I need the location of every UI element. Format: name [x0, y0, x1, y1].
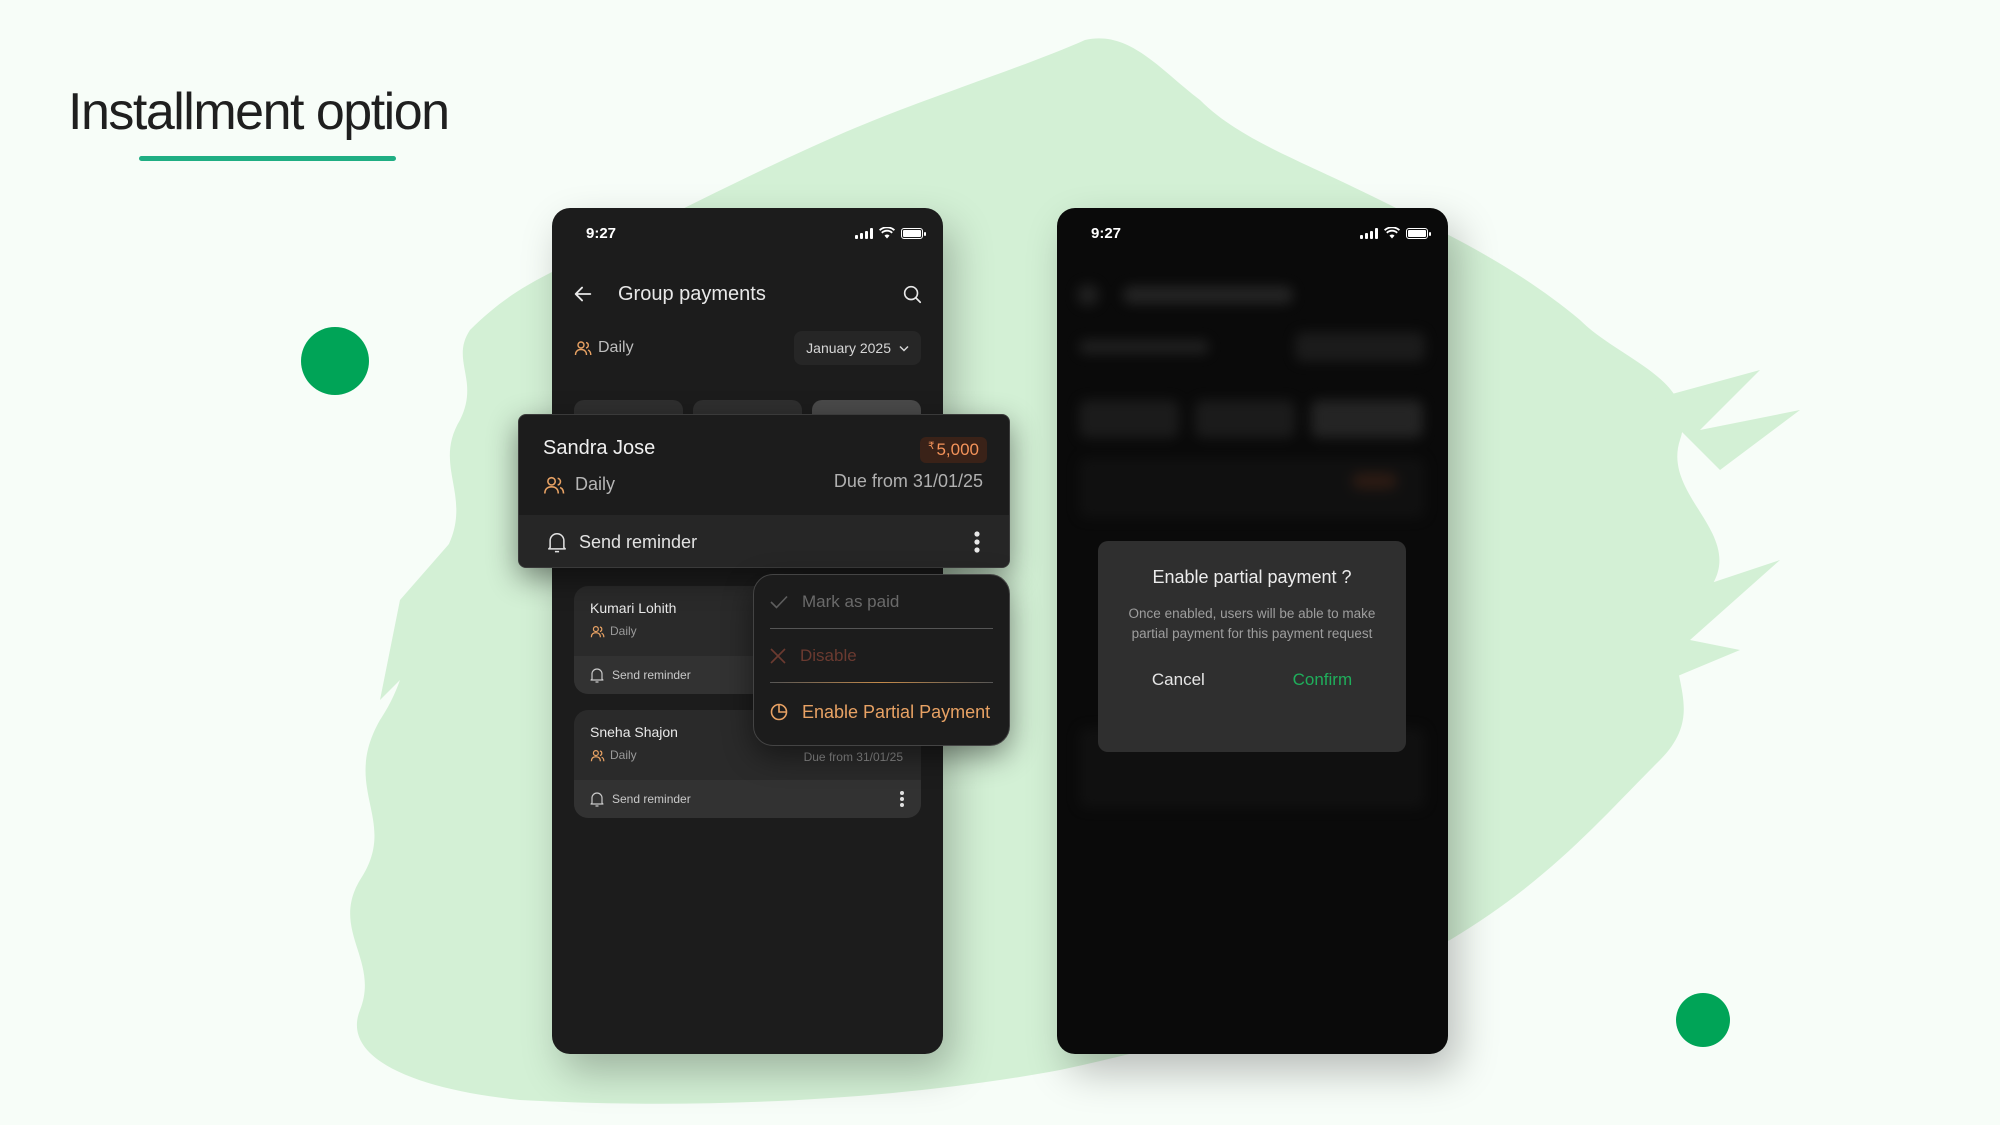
more-vertical-icon[interactable]	[899, 790, 905, 808]
users-icon	[590, 625, 605, 637]
signal-icon	[1360, 227, 1378, 239]
status-bar: 9:27	[552, 208, 943, 258]
app-header: Group payments	[552, 274, 943, 314]
menu-item-disable[interactable]: Disable	[770, 629, 993, 682]
search-icon[interactable]	[901, 283, 923, 305]
status-bar: 9:27	[1057, 208, 1448, 258]
menu-item-enable-partial-payment[interactable]: Enable Partial Payment	[770, 683, 993, 741]
group-frequency-label: Daily	[574, 339, 634, 357]
amount-badge: ₹ 5,000	[920, 437, 987, 463]
users-icon	[574, 341, 592, 356]
menu-item-mark-as-paid[interactable]: Mark as paid	[770, 575, 993, 628]
check-icon	[770, 595, 788, 609]
cancel-button[interactable]: Cancel	[1152, 670, 1205, 690]
send-reminder-button[interactable]: Send reminder	[574, 780, 921, 818]
close-icon	[770, 647, 786, 664]
page-title: Installment option	[68, 83, 450, 141]
decorative-dot	[1676, 993, 1730, 1047]
enable-partial-payment-dialog: Enable partial payment ? Once enabled, u…	[1098, 541, 1406, 752]
chevron-down-icon	[899, 345, 909, 352]
title-underline	[139, 156, 396, 161]
card-actions-menu: Mark as paid Disable Enable Partial Paym…	[753, 574, 1010, 746]
dialog-title: Enable partial payment ?	[1152, 567, 1352, 587]
send-reminder-button[interactable]: Send reminder	[519, 515, 1009, 567]
bell-icon	[590, 668, 604, 683]
member-name: Sandra Jose	[543, 437, 656, 459]
wifi-icon	[879, 227, 895, 239]
more-vertical-icon[interactable]	[973, 530, 981, 554]
signal-icon	[855, 227, 873, 239]
phone-confirm-dialog: 9:27 Enable partial payment ? Once enabl…	[1057, 208, 1448, 1054]
status-time: 9:27	[1091, 224, 1122, 242]
users-icon	[590, 749, 605, 761]
wifi-icon	[1384, 227, 1400, 239]
highlighted-payment-card[interactable]: Sandra Jose ₹ 5,000 Daily Due from 31/01…	[518, 414, 1010, 568]
due-date: Due from 31/01/25	[803, 750, 903, 764]
battery-icon	[1406, 227, 1431, 239]
status-time: 9:27	[586, 224, 617, 242]
dialog-message: Once enabled, users will be able to make…	[1128, 606, 1376, 641]
arrow-left-icon[interactable]	[572, 283, 594, 305]
bell-icon	[590, 792, 604, 807]
users-icon	[544, 476, 565, 494]
battery-icon	[901, 227, 926, 239]
decorative-dot	[301, 327, 369, 395]
screen-title: Group payments	[618, 282, 766, 305]
confirm-button[interactable]: Confirm	[1293, 670, 1353, 690]
due-date: Due from 31/01/25	[833, 471, 983, 491]
month-select[interactable]: January 2025	[794, 331, 921, 365]
pie-chart-icon	[770, 703, 788, 721]
bell-icon	[547, 533, 567, 553]
